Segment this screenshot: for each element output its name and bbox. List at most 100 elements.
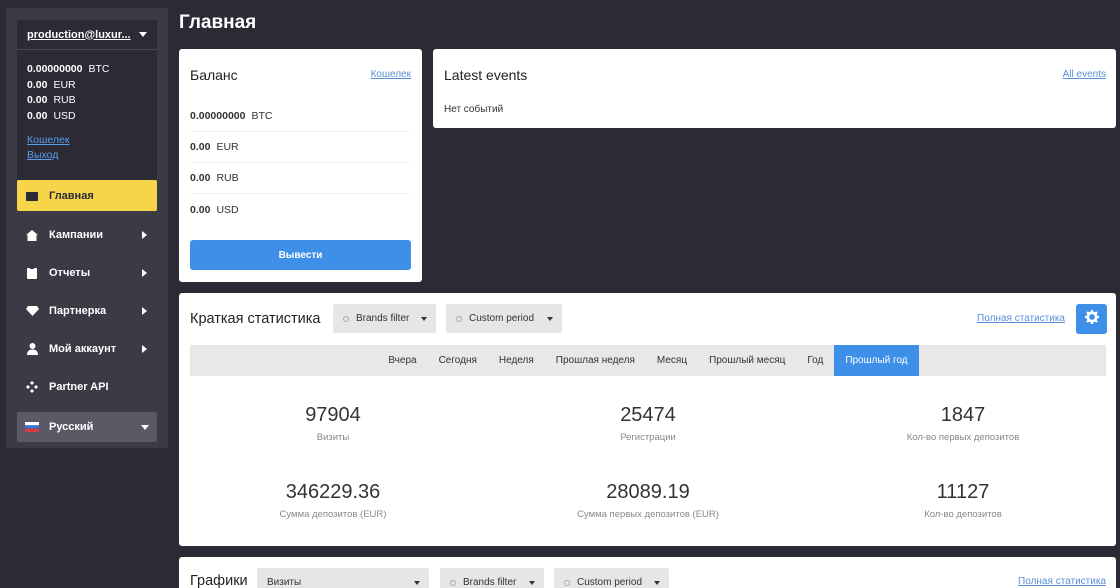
chevron-down-icon bbox=[421, 316, 427, 321]
brands-filter[interactable]: Brands filter bbox=[440, 568, 544, 588]
page-title: Главная bbox=[179, 12, 257, 33]
tab-period-active[interactable]: Прошлый год bbox=[834, 345, 919, 376]
charts-card: Графики Визиты Brands filter Custom peri… bbox=[179, 557, 1116, 588]
balance-amount: 0.00000000 bbox=[27, 63, 83, 75]
balance-currency: USD bbox=[216, 203, 239, 216]
chevron-down-icon bbox=[141, 424, 149, 430]
sidebar: production@luxur... 0.00000000 BTC 0.00 EU… bbox=[6, 8, 168, 448]
wallet-link[interactable]: Кошелек bbox=[371, 69, 411, 80]
filter-dot-icon bbox=[564, 579, 570, 586]
tab-period[interactable]: Прошлый месяц bbox=[698, 345, 796, 376]
settings-button[interactable] bbox=[1076, 304, 1107, 334]
metric-label: Кол-во первых депозитов bbox=[906, 432, 1020, 443]
full-stats-link[interactable]: Полная статистика bbox=[1018, 576, 1106, 587]
tab-period[interactable]: Месяц bbox=[646, 345, 698, 376]
language-label: Русский bbox=[49, 421, 94, 433]
clipboard-icon bbox=[25, 267, 39, 279]
balance-currency: RUB bbox=[53, 94, 76, 106]
stats-card: Краткая статистика Brands filter Custom … bbox=[179, 293, 1116, 546]
tab-period[interactable]: Прошлая неделя bbox=[545, 345, 646, 376]
chevron-right-icon bbox=[142, 307, 147, 315]
balance-row: 0.00 EUR bbox=[190, 132, 410, 163]
house-icon bbox=[25, 229, 39, 241]
sidebar-item-label: Отчеты bbox=[49, 267, 91, 279]
balance-amount: 0.00 bbox=[190, 203, 211, 216]
withdraw-button[interactable]: Вывести bbox=[190, 240, 411, 270]
tab-period[interactable]: Вчера bbox=[377, 345, 427, 376]
gear-icon bbox=[1084, 309, 1099, 329]
brands-filter-label: Brands filter bbox=[356, 313, 410, 324]
all-events-link[interactable]: All events bbox=[1063, 69, 1106, 80]
custom-period-filter[interactable]: Custom period bbox=[554, 568, 669, 588]
logout-link[interactable]: Выход bbox=[27, 148, 157, 163]
brands-filter[interactable]: Brands filter bbox=[333, 304, 436, 333]
sidebar-item-label: Кампании bbox=[49, 229, 104, 241]
api-icon bbox=[25, 381, 39, 393]
account-balances: 0.00000000 BTC 0.00 EUR 0.00 RUB 0.00 USD bbox=[17, 50, 157, 124]
balance-card-title: Баланс bbox=[190, 67, 238, 83]
events-card: Latest events All events Нет событий bbox=[433, 49, 1116, 128]
events-card-title: Latest events bbox=[444, 67, 528, 83]
tab-period[interactable]: Неделя bbox=[488, 345, 545, 376]
chevron-right-icon bbox=[142, 231, 147, 239]
tab-period[interactable]: Год bbox=[796, 345, 834, 376]
sidebar-item-my-account[interactable]: Мой аккаунт bbox=[17, 330, 157, 368]
sidebar-item-label: Главная bbox=[49, 189, 94, 202]
metric-deposits-sum: 346229.36 Сумма депозитов (EUR) bbox=[183, 481, 483, 520]
flag-icon bbox=[25, 421, 39, 433]
balance-card: Баланс Кошелек 0.00000000 BTC 0.00 EUR 0.0… bbox=[179, 49, 422, 282]
balance-amount: 0.00 bbox=[27, 109, 48, 122]
balance-row: 0.00 USD bbox=[190, 194, 410, 225]
account-balance-row: 0.00 RUB bbox=[27, 93, 157, 109]
balance-currency: USD bbox=[53, 109, 76, 122]
metric-label: Сумма первых депозитов (EUR) bbox=[577, 509, 719, 520]
custom-period-filter[interactable]: Custom period bbox=[446, 304, 562, 333]
diamond-icon bbox=[25, 305, 39, 317]
metric-value: 28089.19 bbox=[606, 481, 690, 503]
metric-select[interactable]: Визиты bbox=[257, 568, 429, 588]
balance-list: 0.00000000 BTC 0.00 EUR 0.00 RUB 0.00 USD bbox=[190, 101, 410, 225]
sidebar-item-label: Partner API bbox=[49, 381, 109, 393]
account-panel: production@luxur... 0.00000000 BTC 0.00 EU… bbox=[17, 20, 157, 180]
metric-value: 1847 bbox=[940, 404, 986, 426]
language-selector[interactable]: Русский bbox=[17, 412, 157, 442]
balance-amount: 0.00 bbox=[27, 94, 48, 106]
tab-period[interactable]: Сегодня bbox=[428, 345, 488, 376]
chevron-down-icon bbox=[529, 580, 535, 585]
metric-label: Визиты bbox=[316, 432, 350, 443]
stats-card-title: Краткая статистика bbox=[190, 311, 321, 327]
filter-dot-icon bbox=[456, 315, 462, 322]
period-tabs: Вчера Сегодня Неделя Прошлая неделя Меся… bbox=[190, 345, 1106, 376]
sidebar-item-partner-api[interactable]: Partner API bbox=[17, 368, 157, 406]
full-stats-link[interactable]: Полная статистика bbox=[977, 313, 1065, 324]
metric-value: 97904 bbox=[305, 404, 361, 426]
chevron-right-icon bbox=[142, 269, 147, 277]
custom-period-label: Custom period bbox=[577, 577, 643, 588]
custom-period-label: Custom period bbox=[469, 313, 535, 324]
chevron-down-icon bbox=[547, 316, 553, 321]
metric-visits: 97904 Визиты bbox=[183, 404, 483, 443]
sidebar-item-campaigns[interactable]: Кампании bbox=[17, 216, 157, 254]
chevron-down-icon[interactable] bbox=[139, 32, 147, 37]
chevron-down-icon bbox=[414, 580, 420, 585]
sidebar-item-reports[interactable]: Отчеты bbox=[17, 254, 157, 292]
account-dropdown[interactable]: production@luxur... bbox=[17, 20, 157, 50]
filter-dot-icon bbox=[450, 579, 456, 586]
balance-currency: RUB bbox=[216, 172, 239, 184]
chevron-right-icon bbox=[142, 345, 147, 353]
wallet-icon bbox=[25, 190, 39, 202]
balance-row: 0.00 RUB bbox=[190, 163, 410, 194]
metric-first-deposits-count: 1847 Кол-во первых депозитов bbox=[813, 404, 1113, 443]
brands-filter-label: Brands filter bbox=[463, 577, 517, 588]
account-name[interactable]: production@luxur... bbox=[27, 29, 131, 41]
metric-select-label: Визиты bbox=[267, 577, 302, 588]
chevron-down-icon bbox=[654, 580, 660, 585]
wallet-link[interactable]: Кошелек bbox=[27, 133, 157, 148]
metric-label: Сумма депозитов (EUR) bbox=[279, 509, 387, 520]
balance-row: 0.00000000 BTC bbox=[190, 101, 410, 132]
balance-amount: 0.00 bbox=[27, 78, 48, 91]
account-balance-row: 0.00 EUR bbox=[27, 78, 157, 94]
sidebar-item-home[interactable]: Главная bbox=[17, 180, 157, 211]
sidebar-item-partner[interactable]: Партнерка bbox=[17, 292, 157, 330]
balance-currency: BTC bbox=[251, 110, 273, 122]
